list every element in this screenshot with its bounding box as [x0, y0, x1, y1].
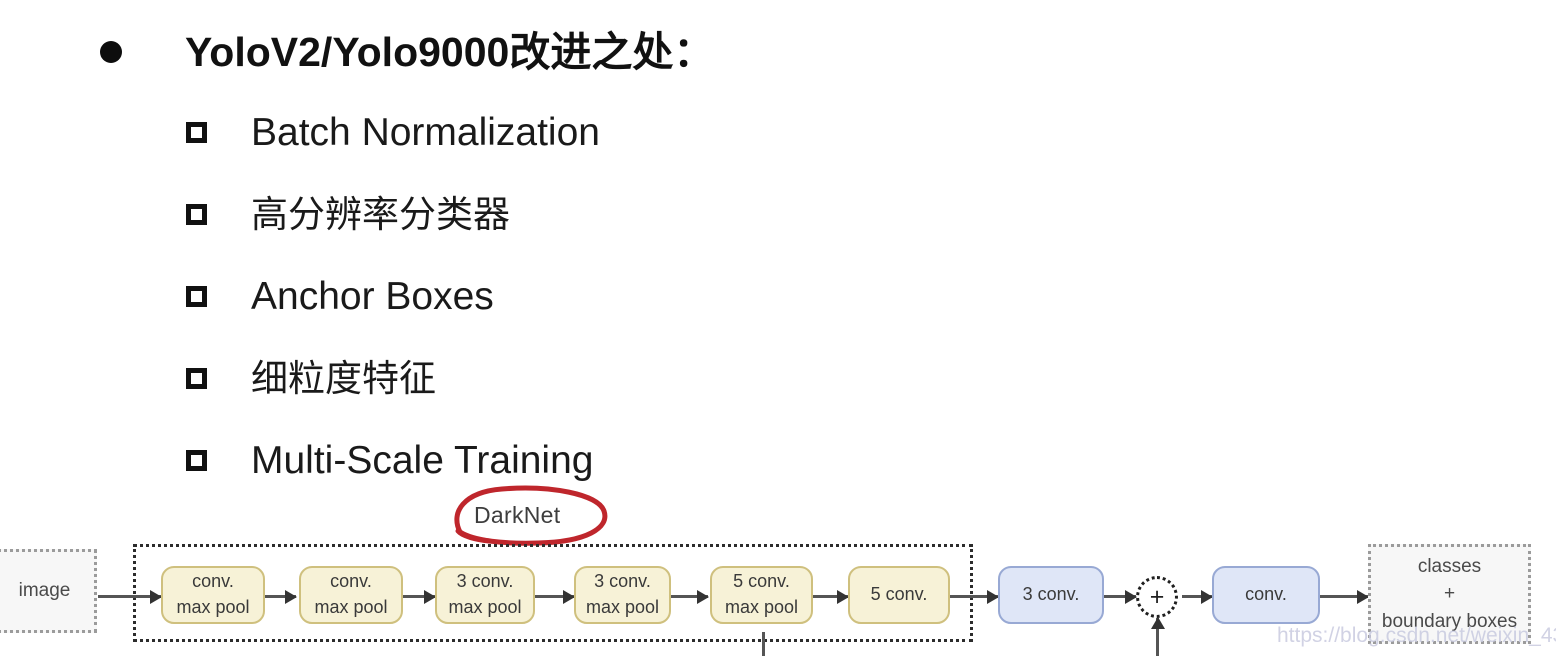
node-line: conv.: [192, 571, 234, 592]
slide-page: YoloV2/Yolo9000改进之处： Batch Normalization…: [0, 0, 1556, 656]
arrow-conv2-to-conv3: [403, 589, 436, 604]
output-line: classes: [1417, 555, 1482, 577]
diagram-input-label: image: [18, 580, 71, 602]
skip-connection-down-line: [762, 632, 765, 656]
diagram-node-conv-maxpool-1: conv. max pool: [161, 566, 265, 624]
diagram-node-5conv: 5 conv.: [848, 566, 950, 624]
checkbox-square-icon: [186, 449, 207, 471]
node-line: conv.: [1245, 584, 1287, 605]
node-line: 5 conv.: [870, 584, 928, 605]
node-line: max pool: [448, 597, 522, 617]
node-line: conv.: [330, 571, 372, 592]
sidebar-item-high-resolution-classifier: 高分辨率分类器: [186, 187, 510, 241]
plus-icon: +: [1149, 582, 1165, 611]
output-line: +: [1443, 583, 1456, 605]
arrow-conv5-to-conv6: [813, 589, 849, 604]
page-title: YoloV2/Yolo9000改进之处：: [185, 28, 715, 75]
skip-connection-up-line: [1150, 617, 1165, 656]
arrow-head1-to-merge: [1104, 589, 1137, 604]
arrow-conv3-to-conv4: [535, 589, 575, 604]
diagram-merge-plus-node: +: [1136, 576, 1178, 618]
diagram-input-box: image: [0, 549, 97, 633]
diagram-node-5conv-maxpool: 5 conv. max pool: [710, 566, 813, 624]
arrow-head2-to-output: [1320, 589, 1369, 604]
list-item-label: Multi-Scale Training: [251, 438, 594, 482]
node-line: 3 conv.: [594, 571, 651, 592]
darknet-annotation-label: DarkNet: [474, 502, 561, 528]
node-line: max pool: [176, 597, 250, 617]
list-item-label: Anchor Boxes: [251, 274, 494, 318]
node-line: 3 conv.: [456, 571, 514, 592]
list-item-label: 细粒度特征: [251, 357, 436, 399]
arrow-conv4-to-conv5: [671, 589, 709, 604]
sidebar-item-batch-normalization: Batch Normalization: [186, 105, 600, 159]
checkbox-square-icon: [186, 285, 207, 307]
diagram-node-conv-head: conv.: [1212, 566, 1320, 624]
sidebar-item-anchor-boxes: Anchor Boxes: [186, 269, 494, 323]
node-line: max pool: [585, 597, 660, 617]
arrow-backbone-to-head1: [950, 589, 999, 604]
arrow-conv1-to-conv2: [264, 589, 297, 604]
list-item-label: Batch Normalization: [251, 110, 600, 154]
checkbox-square-icon: [186, 121, 207, 143]
sidebar-item-fine-grained-features: 细粒度特征: [186, 351, 436, 405]
arrow-merge-to-head2: [1182, 589, 1213, 604]
checkbox-square-icon: [186, 367, 207, 389]
node-line: 5 conv.: [733, 571, 790, 592]
filled-circle-bullet-icon: [100, 41, 122, 63]
list-item-label: 高分辨率分类器: [251, 193, 510, 235]
diagram-node-conv-maxpool-2: conv. max pool: [299, 566, 403, 624]
watermark-text: https://blog.csdn.net/weixin_43452520: [1277, 624, 1556, 647]
sidebar-item-multi-scale-training: Multi-Scale Training: [186, 433, 593, 487]
node-line: max pool: [724, 597, 799, 617]
node-line: 3 conv.: [1022, 584, 1080, 605]
node-line: max pool: [314, 597, 388, 617]
arrow-image-to-conv1: [98, 589, 162, 604]
checkbox-square-icon: [186, 203, 207, 225]
diagram-node-3conv-maxpool-2: 3 conv. max pool: [574, 566, 671, 624]
diagram-node-3conv-maxpool-1: 3 conv. max pool: [435, 566, 535, 624]
slide-title-row: YoloV2/Yolo9000改进之处：: [100, 22, 714, 82]
diagram-node-3conv-head: 3 conv.: [998, 566, 1104, 624]
